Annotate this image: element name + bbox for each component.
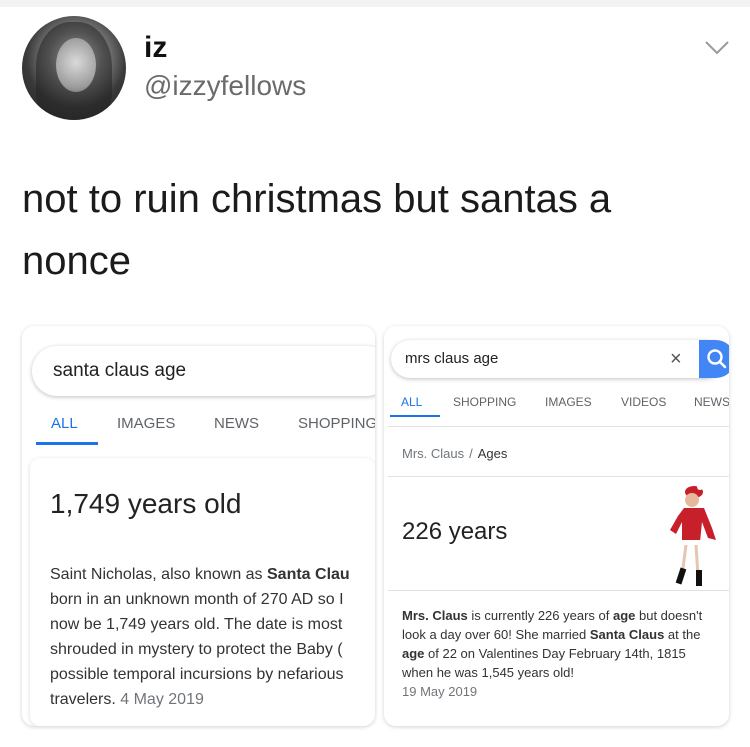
divider xyxy=(388,476,729,477)
santa-age-search-card: santa claus age ALL IMAGES NEWS SHOPPING… xyxy=(22,326,375,726)
avatar[interactable] xyxy=(22,16,126,120)
description-text: of 22 on Valentines Day February 14th, 1… xyxy=(402,646,686,680)
tab-news[interactable]: NEWS xyxy=(694,395,729,409)
display-name[interactable]: iz xyxy=(144,31,167,65)
tab-news[interactable]: NEWS xyxy=(214,415,259,432)
tab-all[interactable]: ALL xyxy=(401,395,422,409)
search-input[interactable]: mrs claus age × xyxy=(391,340,729,378)
description-text: Saint Nicholas, also known as Santa Clau… xyxy=(50,566,350,708)
search-query: santa claus age xyxy=(53,360,187,381)
chevron-down-icon[interactable] xyxy=(704,40,730,56)
answer-value: 226 years xyxy=(402,518,508,545)
search-input[interactable]: santa claus age xyxy=(32,346,375,396)
avatar-face xyxy=(56,38,96,92)
breadcrumb-item[interactable]: Ages xyxy=(478,446,508,461)
breadcrumb-separator: / xyxy=(469,446,473,461)
search-query: mrs claus age xyxy=(405,350,499,367)
user-handle[interactable]: @izzyfellows xyxy=(144,70,306,102)
divider xyxy=(388,590,729,591)
active-tab-indicator xyxy=(36,442,98,445)
close-icon[interactable]: × xyxy=(670,348,682,371)
tab-shopping[interactable]: SHOPPING xyxy=(298,415,375,432)
tweet-text: not to ruin christmas but santas a nonce xyxy=(22,177,612,283)
top-divider xyxy=(0,0,750,7)
answer-date: 19 May 2019 xyxy=(402,684,478,699)
active-tab-indicator xyxy=(390,415,440,417)
bold-term: Santa Claus xyxy=(589,627,665,642)
answer-description: Saint Nicholas, also known as Santa Clau… xyxy=(50,562,375,712)
divider xyxy=(388,426,729,427)
bold-term: age xyxy=(402,646,425,661)
answer-value: 1,749 years old xyxy=(50,488,242,519)
bold-term: age xyxy=(612,608,636,623)
tab-videos[interactable]: VIDEOS xyxy=(621,395,666,409)
tab-all[interactable]: ALL xyxy=(51,415,78,432)
search-button[interactable] xyxy=(699,340,729,378)
bold-term: Mrs. Claus xyxy=(402,608,468,623)
search-icon xyxy=(707,349,727,369)
tab-images[interactable]: IMAGES xyxy=(545,395,592,409)
bold-term: Santa Clau xyxy=(267,566,350,583)
answer-box: 1,749 years old Saint Nicholas, also kno… xyxy=(30,458,375,726)
answer-date: 4 May 2019 xyxy=(120,691,204,708)
breadcrumb: Mrs. Claus / Ages xyxy=(402,446,507,461)
mrs-claus-age-search-card: mrs claus age × ALL SHOPPING IMAGES VIDE… xyxy=(384,326,729,726)
tab-shopping[interactable]: SHOPPING xyxy=(453,395,516,409)
description-text: at the xyxy=(664,627,701,642)
breadcrumb-item[interactable]: Mrs. Claus xyxy=(402,446,464,461)
answer-description: Mrs. Claus is currently 226 years of age… xyxy=(402,606,717,682)
mrs-claus-image[interactable] xyxy=(656,478,726,590)
description-text: is currently 226 years of xyxy=(467,608,613,623)
tab-images[interactable]: IMAGES xyxy=(117,415,175,432)
